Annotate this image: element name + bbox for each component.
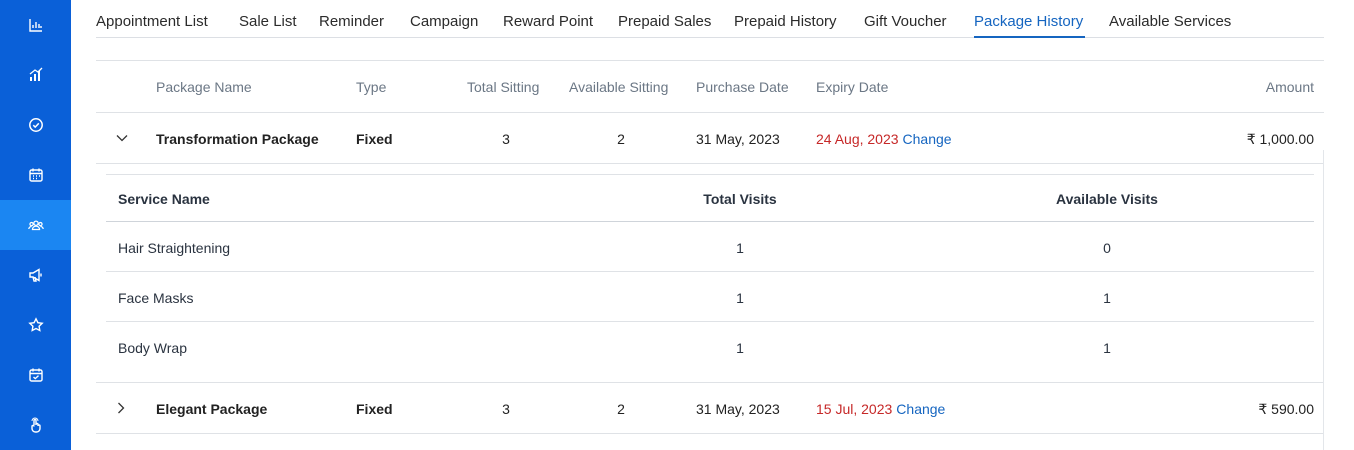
- expiry-date-cell: 24 Aug, 2023 Change: [816, 131, 952, 147]
- service-total-visits: 1: [736, 240, 744, 256]
- tab-appointment-list[interactable]: Appointment List: [96, 13, 208, 30]
- bar-chart-icon: [28, 19, 42, 32]
- table-bottom-border: [96, 433, 1324, 434]
- sidebar-item-marketing[interactable]: [0, 250, 71, 300]
- purchase-date: 31 May, 2023: [696, 131, 780, 147]
- row-border: [96, 382, 1324, 383]
- service-available-visits: 1: [1103, 290, 1111, 306]
- tab-package-history[interactable]: Package History: [974, 13, 1083, 30]
- tab-prepaid-history[interactable]: Prepaid History: [734, 13, 837, 30]
- col-header-type[interactable]: Type: [356, 79, 386, 95]
- sub-col-header-available-visits: Available Visits: [1056, 191, 1158, 207]
- purchase-date: 31 May, 2023: [696, 401, 780, 417]
- sub-row-border: [106, 321, 1314, 322]
- tab-prepaid-sales[interactable]: Prepaid Sales: [618, 13, 711, 30]
- col-header-amount[interactable]: Amount: [1266, 79, 1314, 95]
- package-type: Fixed: [356, 401, 393, 417]
- amount: ₹ 1,000.00: [1246, 131, 1314, 147]
- sidebar-item-schedule[interactable]: [0, 350, 71, 400]
- sidebar-item-tasks[interactable]: [0, 100, 71, 150]
- col-header-available-sitting[interactable]: Available Sitting: [569, 79, 668, 95]
- scrollbar-edge: [1323, 150, 1324, 450]
- sidebar-item-rewards[interactable]: [0, 300, 71, 350]
- sidebar-item-reports[interactable]: [0, 50, 71, 100]
- package-type: Fixed: [356, 131, 393, 147]
- change-expiry-link[interactable]: Change: [903, 131, 952, 147]
- service-available-visits: 0: [1103, 240, 1111, 256]
- sidebar-item-touch[interactable]: [0, 400, 71, 450]
- sidebar-item-calendar[interactable]: [0, 150, 71, 200]
- service-available-visits: 1: [1103, 340, 1111, 356]
- sub-row-border: [106, 271, 1314, 272]
- table-top-border: [96, 60, 1324, 61]
- tab-available-services[interactable]: Available Services: [1109, 13, 1231, 30]
- sub-header-border: [106, 221, 1314, 222]
- calendar-check-icon: [28, 368, 43, 382]
- sidebar-item-customers[interactable]: [0, 200, 71, 250]
- tab-reward-point[interactable]: Reward Point: [503, 13, 593, 30]
- tab-gift-voucher[interactable]: Gift Voucher: [864, 13, 947, 30]
- hand-pointer-icon: [30, 417, 41, 433]
- calendar-icon: [28, 168, 43, 182]
- expiry-date: 24 Aug, 2023: [816, 131, 899, 147]
- expiry-date: 15 Jul, 2023: [816, 401, 893, 417]
- service-total-visits: 1: [736, 290, 744, 306]
- service-name: Body Wrap: [118, 340, 187, 356]
- sidebar: [0, 0, 71, 450]
- sub-table-top-border: [106, 174, 1314, 175]
- total-sitting: 3: [502, 401, 510, 417]
- sub-col-header-service-name: Service Name: [118, 191, 210, 207]
- active-tab-indicator: [974, 36, 1085, 38]
- service-total-visits: 1: [736, 340, 744, 356]
- tab-reminder[interactable]: Reminder: [319, 13, 384, 30]
- signal-chart-icon: [29, 67, 42, 81]
- col-header-total-sitting[interactable]: Total Sitting: [467, 79, 539, 95]
- chevron-down-icon[interactable]: [115, 131, 129, 145]
- service-name: Hair Straightening: [118, 240, 231, 256]
- tab-campaign[interactable]: Campaign: [410, 13, 478, 30]
- tab-bar: Appointment List Sale List Reminder Camp…: [96, 0, 1324, 38]
- available-sitting: 2: [617, 401, 625, 417]
- sidebar-item-dashboard[interactable]: [0, 0, 71, 50]
- service-name: Face Masks: [118, 290, 194, 306]
- sub-col-header-total-visits: Total Visits: [703, 191, 777, 207]
- package-name: Transformation Package: [156, 131, 319, 147]
- megaphone-icon: [28, 268, 42, 282]
- col-header-expiry-date[interactable]: Expiry Date: [816, 79, 888, 95]
- app: Appointment List Sale List Reminder Camp…: [0, 0, 1354, 450]
- header-row-border: [96, 112, 1324, 113]
- expiry-date-cell: 15 Jul, 2023 Change: [816, 401, 945, 417]
- star-icon: [27, 317, 44, 332]
- change-expiry-link[interactable]: Change: [896, 401, 945, 417]
- chevron-right-icon[interactable]: [114, 401, 128, 415]
- available-sitting: 2: [617, 131, 625, 147]
- amount: ₹ 590.00: [1258, 401, 1314, 417]
- row-border: [96, 163, 1324, 164]
- total-sitting: 3: [502, 131, 510, 147]
- check-circle-icon: [28, 118, 43, 132]
- package-name: Elegant Package: [156, 401, 268, 417]
- col-header-purchase-date[interactable]: Purchase Date: [696, 79, 789, 95]
- col-header-package-name[interactable]: Package Name: [156, 79, 252, 95]
- tab-sale-list[interactable]: Sale List: [239, 13, 297, 30]
- group-icon: [27, 220, 44, 231]
